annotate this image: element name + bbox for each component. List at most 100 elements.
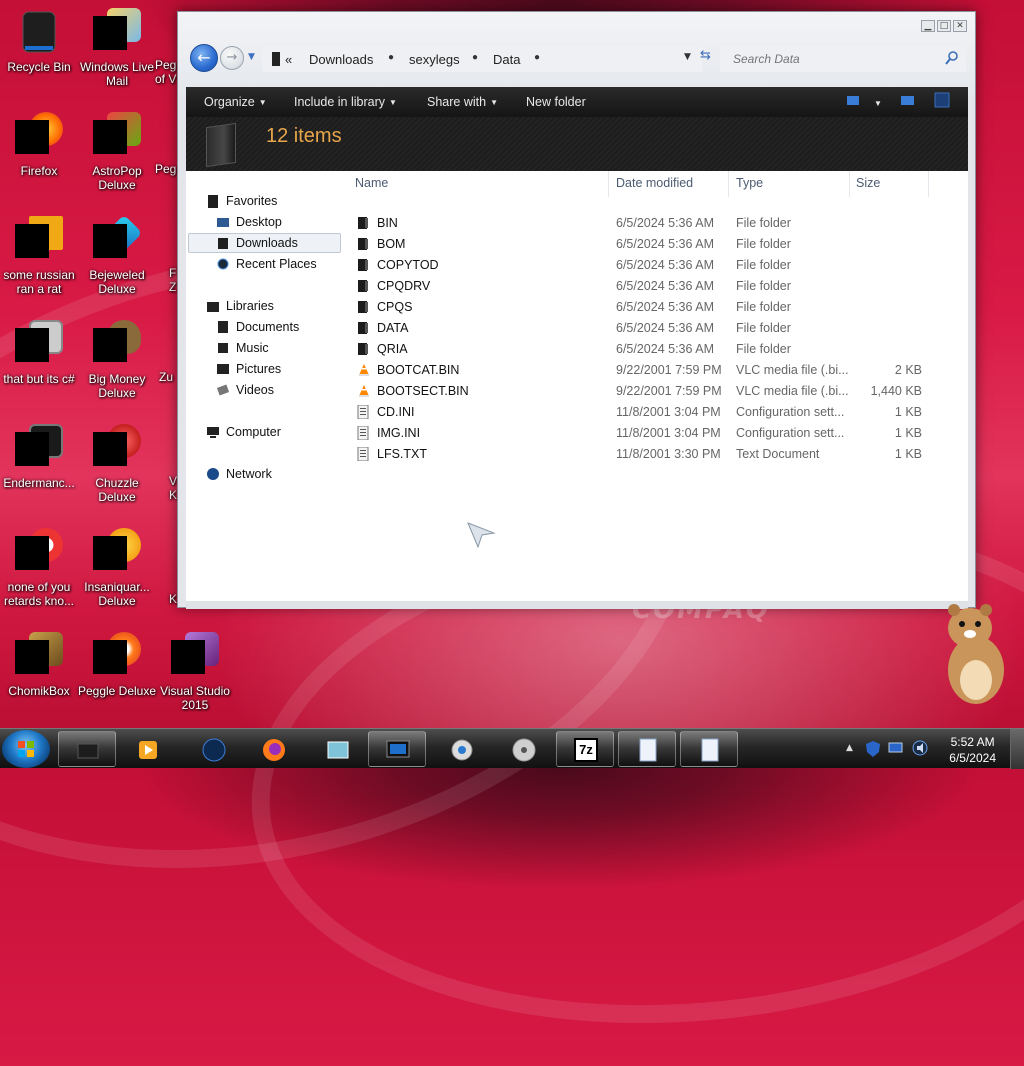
file-row[interactable]: CD.INI 11/8/2001 3:04 PM Configuration set… [351,402,968,423]
desktop-icon-none-of-you[interactable]: none of you retards kno... [0,528,79,608]
nav-pictures[interactable]: Pictures [186,359,351,379]
maximize-button[interactable]: □ [937,20,951,32]
file-row[interactable]: BOM 6/5/2024 5:36 AM File folder [351,234,968,255]
file-row[interactable]: IMG.INI 11/8/2001 3:04 PM Configuration se… [351,423,968,444]
nav-documents[interactable]: Documents [186,317,351,337]
taskbar-document[interactable] [618,731,676,767]
search-box[interactable] [720,46,966,72]
desktop-icon-that-but-csharp[interactable]: that but its c# [0,320,79,386]
file-name: BOM [377,237,406,251]
nav-desktop[interactable]: Desktop [186,212,351,232]
column-divider[interactable] [608,171,609,197]
desktop-icon-peggle[interactable]: Peggle Deluxe [77,632,157,698]
desktop-icon-chomikbox[interactable]: ChomikBox [0,632,79,698]
nav-recent-places[interactable]: Recent Places [186,254,351,274]
nav-videos[interactable]: Videos [186,380,351,400]
desktop-icon-russian-rat[interactable]: some russian ran a rat [0,216,79,296]
desktop-icon-label: Recycle Bin [7,60,71,74]
favorites-icon [206,194,220,208]
recent-pages-dropdown[interactable]: ▼ [248,52,255,62]
column-header-type[interactable]: Type [736,176,763,190]
help-icon[interactable] [934,92,950,108]
back-button[interactable]: ← [190,44,218,72]
clock[interactable]: 5:52 AM 6/5/2024 [949,734,996,766]
file-row[interactable]: COPYTOD 6/5/2024 5:36 AM File folder [351,255,968,276]
explorer-window[interactable]: ▁ □ ✕ ← → ▼ « Downloads ● sexylegs ● Dat… [177,11,976,609]
address-bar[interactable]: « Downloads ● sexylegs ● Data ● [262,46,702,72]
start-button[interactable] [2,730,50,768]
refresh-icon[interactable]: ⇆ [700,48,711,63]
include-in-library-menu[interactable]: Include in library ▼ [294,95,397,109]
taskbar-screen[interactable] [368,731,426,767]
file-row[interactable]: CPQS 6/5/2024 5:36 AM File folder [351,297,968,318]
desktop-icon-astropop[interactable]: AstroPop Deluxe [77,112,157,192]
desktop-icon-firefox[interactable]: Firefox [0,112,79,178]
breadcrumb-data[interactable]: Data [493,52,520,67]
taskbar-app[interactable] [184,731,242,767]
show-hidden-icons-button[interactable]: ▲ [846,743,853,753]
desktop-icon-endermanc[interactable]: Endermanc... [0,424,79,490]
breadcrumb-overflow[interactable]: « [285,52,292,67]
nav-libraries[interactable]: Libraries [186,296,351,316]
search-input[interactable] [731,50,931,68]
column-header-size[interactable]: Size [856,176,880,190]
column-divider[interactable] [728,171,729,197]
new-folder-button[interactable]: New folder [526,95,586,109]
security-shield-icon[interactable] [866,741,880,760]
taskbar-media-player[interactable] [118,731,176,767]
minimize-button[interactable]: ▁ [921,20,935,32]
breadcrumb-separator[interactable]: ● [388,52,394,63]
nav-downloads[interactable]: Downloads [188,233,341,253]
taskbar-dvd[interactable] [494,731,552,767]
forward-button[interactable]: → [220,46,244,70]
file-row[interactable]: QRIA 6/5/2024 5:36 AM File folder [351,339,968,360]
desktop-icon-windows-live-mail[interactable]: Windows Live Mail [77,8,157,88]
taskbar-explorer[interactable] [58,731,116,767]
window-bottom-border [186,601,968,609]
breadcrumb-separator[interactable]: ● [534,52,540,63]
nav-favorites[interactable]: Favorites [186,191,351,211]
peggle-icon [93,632,141,680]
preview-pane-icon[interactable] [900,94,916,108]
file-name: QRIA [377,342,408,356]
file-row[interactable]: CPQDRV 6/5/2024 5:36 AM File folder [351,276,968,297]
view-options-icon[interactable] [846,94,862,108]
search-icon[interactable] [945,51,959,65]
file-row[interactable]: LFS.TXT 11/8/2001 3:30 PM Text Document 1 K… [351,444,968,465]
nav-computer[interactable]: Computer [186,422,351,442]
file-row[interactable]: DATA 6/5/2024 5:36 AM File folder [351,318,968,339]
file-date-modified: 11/8/2001 3:04 PM [616,405,721,419]
breadcrumb-downloads[interactable]: Downloads [309,52,373,67]
taskbar-firefox[interactable] [244,731,302,767]
close-button[interactable]: ✕ [953,20,967,32]
organize-menu[interactable]: Organize ▼ [204,95,267,109]
volume-icon[interactable] [912,740,928,759]
network-tray-icon[interactable] [888,741,904,758]
desktop-icon-recycle-bin[interactable]: Recycle Bin [0,8,79,74]
column-divider[interactable] [928,171,929,197]
pictures-icon [216,362,230,376]
desktop-icon-insaniquarium[interactable]: Insaniquar... Deluxe [77,528,157,608]
breadcrumb-separator[interactable]: ● [472,52,478,63]
desktop-icon-big-money[interactable]: Big Money Deluxe [77,320,157,400]
desktop-icon-chuzzle[interactable]: Chuzzle Deluxe [77,424,157,504]
taskbar-folder-app[interactable] [308,731,366,767]
file-row[interactable]: BOOTCAT.BIN 9/22/2001 7:59 PM VLC media fi… [351,360,968,381]
column-divider[interactable] [849,171,850,197]
nav-network[interactable]: Network [186,464,351,484]
desktop-icon-visual-studio[interactable]: Visual Studio 2015 [155,632,235,712]
view-dropdown[interactable]: ▼ [870,96,882,110]
column-header-date-modified[interactable]: Date modified [616,176,693,190]
breadcrumb-sexylegs[interactable]: sexylegs [409,52,460,67]
taskbar-7zip[interactable]: 7z [556,731,614,767]
show-desktop-button[interactable] [1010,729,1024,769]
address-dropdown[interactable]: ▼ [684,52,691,62]
file-row[interactable]: BIN 6/5/2024 5:36 AM File folder [351,213,968,234]
share-with-menu[interactable]: Share with ▼ [427,95,498,109]
desktop-icon-bejeweled[interactable]: Bejeweled Deluxe [77,214,157,296]
file-row[interactable]: BOOTSECT.BIN 9/22/2001 7:59 PM VLC media f… [351,381,968,402]
nav-music[interactable]: Music [186,338,351,358]
taskbar-document[interactable] [680,731,738,767]
column-header-name[interactable]: Name [355,176,388,190]
taskbar-media-center[interactable] [432,731,490,767]
